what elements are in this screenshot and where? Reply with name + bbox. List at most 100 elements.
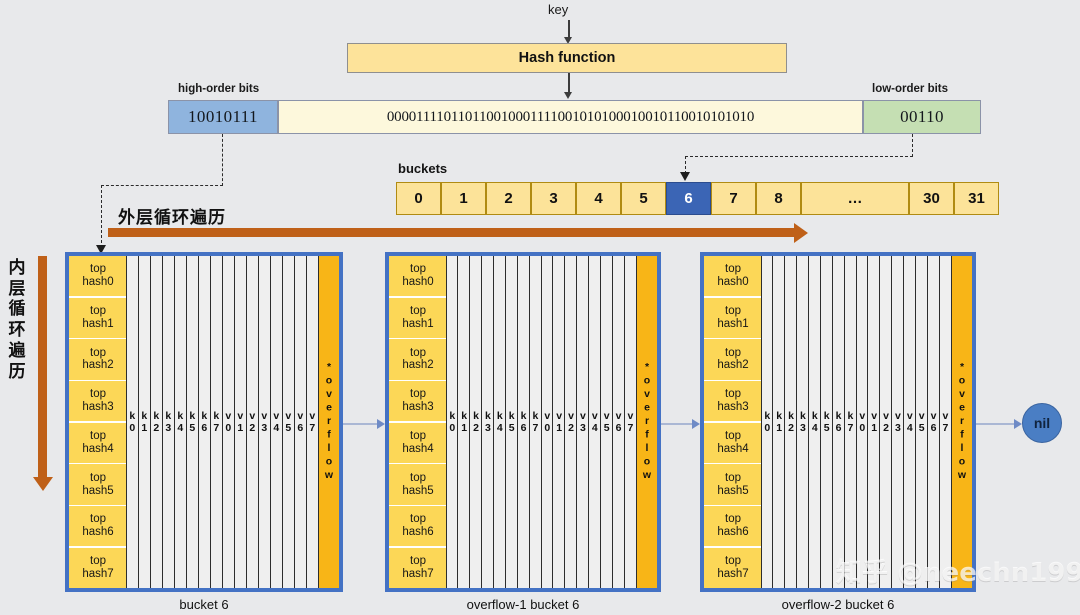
bucket-cell[interactable]: 5	[621, 182, 666, 215]
slot-letter: k	[485, 410, 491, 422]
tophash-cell: tophash0	[389, 256, 447, 296]
tophash-cell-line1: top	[90, 430, 106, 443]
overflow-link-1-line	[343, 423, 379, 425]
tophash-column: tophash0tophash1tophash2tophash3tophash4…	[389, 256, 447, 588]
slot-index: 1	[556, 422, 562, 434]
slot-letter: k	[153, 410, 159, 422]
tophash-cell: tophash7	[704, 548, 762, 588]
key-label: key	[548, 2, 568, 17]
slot-index: 1	[871, 422, 877, 434]
tophash-cell-line1: top	[90, 388, 106, 401]
low-bits-connector-vertical-right	[912, 134, 913, 157]
tophash-cell-line1: top	[90, 305, 106, 318]
buckets-label: buckets	[398, 161, 447, 176]
diagram-canvas: key Hash function high-order bits low-or…	[0, 0, 1080, 615]
slot-letter: v	[616, 410, 622, 422]
overflow-pointer: *overflow	[319, 256, 339, 588]
tophash-cell-line1: top	[410, 347, 426, 360]
slot-index: 4	[592, 422, 598, 434]
tophash-cell-line2: hash1	[82, 318, 113, 331]
tophash-cell-line2: hash6	[402, 526, 433, 539]
slot-index: 6	[297, 422, 303, 434]
bucket-cell[interactable]: 30	[909, 182, 954, 215]
tophash-cell-line1: top	[725, 472, 741, 485]
bucket-cell[interactable]: 1	[441, 182, 486, 215]
value-slot: v7	[306, 256, 319, 588]
slot-index: 7	[847, 422, 853, 434]
slot-index: 5	[285, 422, 291, 434]
slot-letter: v	[895, 410, 901, 422]
bucket-cell[interactable]: 0	[396, 182, 441, 215]
slot-index: 2	[568, 422, 574, 434]
bucket-cell[interactable]: 7	[711, 182, 756, 215]
tophash-cell-line2: hash2	[402, 359, 433, 372]
kv-slots-area: k0k1k2k3k4k5k6k7v0v1v2v3v4v5v6v7	[127, 256, 319, 588]
outer-loop-label: 外层循环遍历	[118, 203, 226, 228]
low-bits-connector-arrowhead	[680, 172, 690, 181]
slot-index: 0	[225, 422, 231, 434]
bucket-cell[interactable]: 31	[954, 182, 999, 215]
tophash-cell: tophash2	[704, 339, 762, 379]
slot-index: 6	[836, 422, 842, 434]
slot-letter: v	[568, 410, 574, 422]
slot-index: 2	[153, 422, 159, 434]
bucket-box-3-caption: overflow-2 bucket 6	[700, 597, 976, 612]
slot-letter: v	[544, 410, 550, 422]
value-slot: v7	[939, 256, 952, 588]
slot-letter: v	[919, 410, 925, 422]
slot-index: 2	[473, 422, 479, 434]
tophash-cell-line2: hash4	[402, 443, 433, 456]
bucket-cell[interactable]: …	[801, 182, 909, 215]
slot-index: 6	[931, 422, 937, 434]
overflow-link-3-line	[976, 423, 1016, 425]
tophash-cell-line1: top	[725, 347, 741, 360]
slot-index: 2	[883, 422, 889, 434]
slot-letter: v	[237, 410, 243, 422]
tophash-cell-line2: hash7	[402, 568, 433, 581]
slot-letter: k	[449, 410, 455, 422]
slot-letter: k	[836, 410, 842, 422]
kv-slots-area: k0k1k2k3k4k5k6k7v0v1v2v3v4v5v6v7	[447, 256, 637, 588]
low-bits-connector-horizontal	[685, 156, 913, 157]
overflow-link-2-head	[692, 419, 700, 429]
slot-letter: v	[859, 410, 865, 422]
slot-letter: k	[776, 410, 782, 422]
bucket-cell[interactable]: 3	[531, 182, 576, 215]
bucket-box-2: tophash0tophash1tophash2tophash3tophash4…	[385, 252, 661, 592]
slot-index: 5	[919, 422, 925, 434]
slot-letter: v	[309, 410, 315, 422]
tophash-cell-line1: top	[410, 513, 426, 526]
overflow-link-1-head	[377, 419, 385, 429]
slot-index: 7	[213, 422, 219, 434]
slot-letter: v	[297, 410, 303, 422]
tophash-cell-line2: hash7	[717, 568, 748, 581]
outer-loop-arrow-head	[794, 223, 808, 243]
slot-letter: k	[177, 410, 183, 422]
tophash-cell: tophash5	[69, 464, 127, 504]
slot-index: 1	[776, 422, 782, 434]
tophash-cell: tophash5	[389, 464, 447, 504]
tophash-cell-line2: hash0	[82, 276, 113, 289]
slot-letter: k	[189, 410, 195, 422]
bucket-cell[interactable]: 4	[576, 182, 621, 215]
slot-index: 4	[177, 422, 183, 434]
slot-index: 2	[788, 422, 794, 434]
bucket-cell[interactable]: 8	[756, 182, 801, 215]
slot-letter: v	[249, 410, 255, 422]
slot-index: 4	[907, 422, 913, 434]
slot-index: 7	[532, 422, 538, 434]
tophash-cell-line2: hash4	[82, 443, 113, 456]
bucket-cell-selected[interactable]: 6	[666, 182, 711, 215]
kv-slots-area: k0k1k2k3k4k5k6k7v0v1v2v3v4v5v6v7	[762, 256, 952, 588]
hash-to-bits-arrow-line	[568, 73, 570, 94]
slot-letter: k	[497, 410, 503, 422]
slot-index: 4	[497, 422, 503, 434]
tophash-cell-line2: hash6	[717, 526, 748, 539]
bucket-cell[interactable]: 2	[486, 182, 531, 215]
tophash-cell-line2: hash0	[402, 276, 433, 289]
slot-letter: k	[461, 410, 467, 422]
tophash-cell-line2: hash1	[402, 318, 433, 331]
hash-to-bits-arrow-head	[564, 92, 572, 99]
slot-letter: k	[800, 410, 806, 422]
tophash-cell: tophash6	[389, 506, 447, 546]
